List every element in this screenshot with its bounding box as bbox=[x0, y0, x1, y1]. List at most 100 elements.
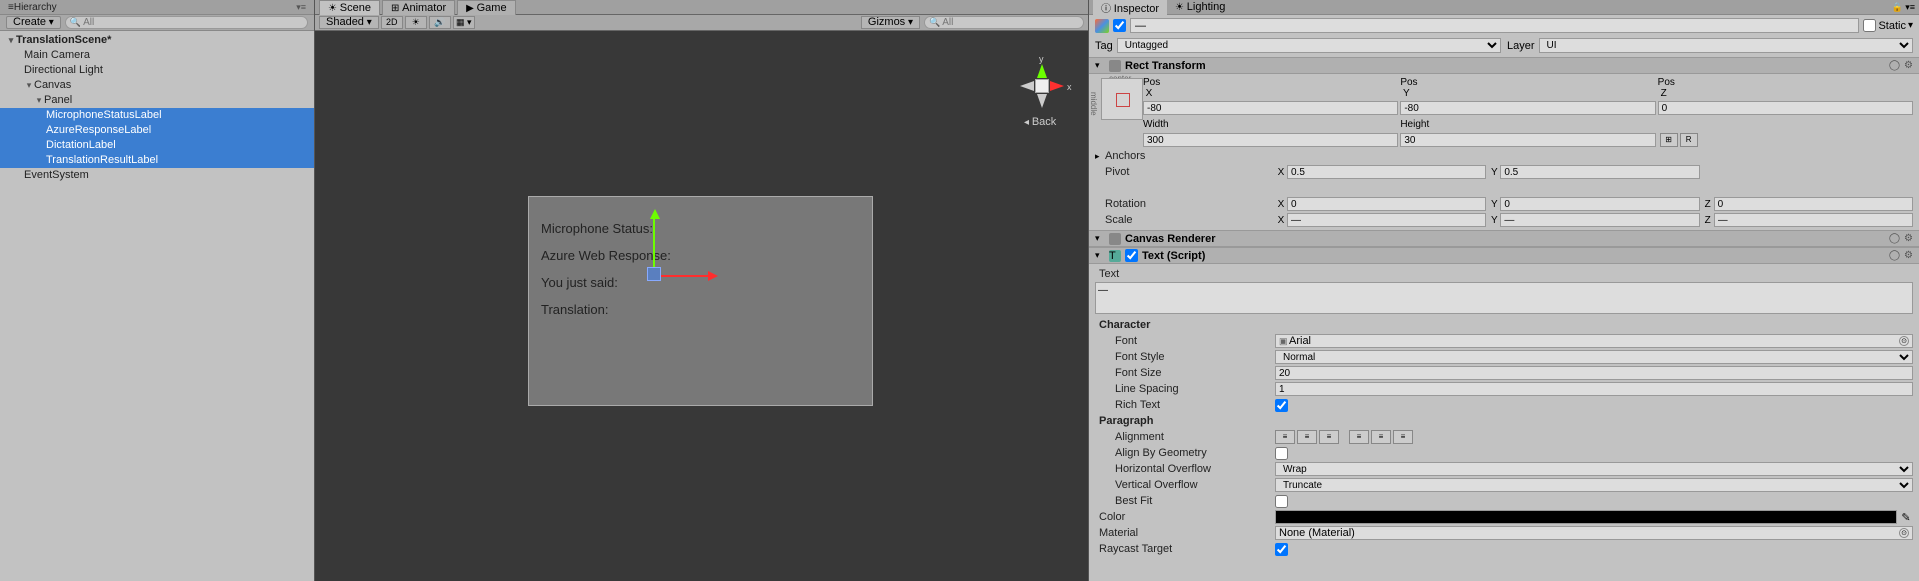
scale-x-input[interactable] bbox=[1287, 213, 1486, 227]
font-size-input[interactable] bbox=[1275, 366, 1913, 380]
create-dropdown[interactable]: Create ▾ bbox=[6, 16, 61, 29]
scale-z-input[interactable] bbox=[1714, 213, 1913, 227]
tag-label: Tag bbox=[1095, 40, 1113, 52]
center-tabs: ☀ Scene ⊞ Animator ▶ Game bbox=[315, 0, 1088, 15]
align-bottom-button[interactable]: ≡ bbox=[1393, 430, 1413, 444]
best-fit-checkbox[interactable] bbox=[1275, 495, 1288, 508]
hierarchy-toolbar: Create ▾ 🔍 bbox=[0, 15, 314, 31]
active-checkbox[interactable] bbox=[1113, 19, 1126, 32]
raw-edit-button[interactable]: R bbox=[1680, 133, 1698, 147]
panel-menu-icon[interactable]: ▾≡ bbox=[296, 2, 306, 13]
gear-icon[interactable]: ⚙ bbox=[1904, 250, 1913, 261]
pos-y-input[interactable] bbox=[1400, 101, 1655, 115]
tag-dropdown[interactable]: Untagged bbox=[1117, 38, 1501, 53]
color-field[interactable] bbox=[1275, 510, 1897, 524]
back-button[interactable]: ◂ Back bbox=[1024, 116, 1056, 128]
tab-game[interactable]: ▶ Game bbox=[457, 0, 515, 15]
tree-item[interactable]: Directional Light bbox=[0, 63, 314, 78]
font-field[interactable]: ▣Arial⊙ bbox=[1275, 334, 1913, 348]
pos-x-input[interactable] bbox=[1143, 101, 1398, 115]
inspector-tabs: ⓘ Inspector ☀ Lighting 🔒 ▾≡ bbox=[1089, 0, 1919, 15]
tree-item[interactable]: MicrophoneStatusLabel bbox=[0, 108, 314, 123]
gameobject-icon[interactable] bbox=[1095, 19, 1109, 33]
pivot-y-input[interactable] bbox=[1500, 165, 1699, 179]
rect-transform-icon bbox=[1109, 60, 1121, 72]
label-preview: Azure Web Response: bbox=[541, 248, 860, 263]
tree-item[interactable]: EventSystem bbox=[0, 168, 314, 183]
lock-icon[interactable]: 🔒 ▾≡ bbox=[1892, 2, 1915, 13]
help-icon[interactable]: ◯ bbox=[1889, 233, 1900, 244]
ui-panel-preview: Microphone Status: Azure Web Response: Y… bbox=[528, 196, 873, 406]
canvas-renderer-component: ▾ Canvas Renderer ◯ ⚙ bbox=[1089, 230, 1919, 247]
rot-y-input[interactable] bbox=[1500, 197, 1699, 211]
h-overflow-dropdown[interactable]: Wrap bbox=[1275, 462, 1913, 476]
tree-item[interactable]: Main Camera bbox=[0, 48, 314, 63]
scale-y-input[interactable] bbox=[1500, 213, 1699, 227]
search-icon: 🔍 bbox=[929, 17, 940, 28]
eyedropper-icon[interactable]: ✎ bbox=[1899, 511, 1913, 524]
component-enable-checkbox[interactable] bbox=[1125, 249, 1138, 262]
gizmos-dropdown[interactable]: Gizmos ▾ bbox=[861, 16, 920, 29]
shading-dropdown[interactable]: Shaded ▾ bbox=[319, 16, 379, 29]
height-input[interactable] bbox=[1400, 133, 1655, 147]
hierarchy-search[interactable]: 🔍 bbox=[65, 16, 308, 29]
font-style-dropdown[interactable]: Normal bbox=[1275, 350, 1913, 364]
blueprint-button[interactable]: ⊞ bbox=[1660, 133, 1678, 147]
align-left-button[interactable]: ≡ bbox=[1275, 430, 1295, 444]
tree-item[interactable]: TranslationResultLabel bbox=[0, 153, 314, 168]
component-header[interactable]: ▾ Canvas Renderer ◯ ⚙ bbox=[1089, 231, 1919, 247]
inspector-panel: ⓘ Inspector ☀ Lighting 🔒 ▾≡ Static ▾ Tag… bbox=[1088, 0, 1919, 581]
help-icon[interactable]: ◯ bbox=[1889, 60, 1900, 71]
layer-dropdown[interactable]: UI bbox=[1539, 38, 1913, 53]
rich-text-checkbox[interactable] bbox=[1275, 399, 1288, 412]
align-center-button[interactable]: ≡ bbox=[1297, 430, 1317, 444]
scene-search-input[interactable] bbox=[942, 17, 1079, 28]
tab-lighting[interactable]: ☀ Lighting bbox=[1167, 0, 1233, 14]
gear-icon[interactable]: ⚙ bbox=[1904, 233, 1913, 244]
fx-toggle[interactable]: ▦ ▾ bbox=[453, 16, 475, 29]
tab-animator[interactable]: ⊞ Animator bbox=[382, 0, 455, 15]
lighting-toggle[interactable]: ☀ bbox=[405, 16, 427, 29]
hierarchy-tab[interactable]: ≡ Hierarchy ▾≡ bbox=[0, 0, 314, 15]
tree-item[interactable]: ▾Panel bbox=[0, 93, 314, 108]
hierarchy-panel: ≡ Hierarchy ▾≡ Create ▾ 🔍 ▾TranslationSc… bbox=[0, 0, 315, 581]
help-icon[interactable]: ◯ bbox=[1889, 250, 1900, 261]
align-middle-button[interactable]: ≡ bbox=[1371, 430, 1391, 444]
pivot-x-input[interactable] bbox=[1287, 165, 1486, 179]
gameobject-header: Static ▾ bbox=[1089, 15, 1919, 36]
scene-root[interactable]: ▾TranslationScene* bbox=[0, 33, 314, 48]
align-geometry-checkbox[interactable] bbox=[1275, 447, 1288, 460]
pos-z-input[interactable] bbox=[1658, 101, 1913, 115]
hierarchy-tree: ▾TranslationScene* Main Camera Direction… bbox=[0, 31, 314, 185]
orientation-gizmo[interactable]: y x ◂ Back bbox=[1012, 56, 1072, 116]
search-icon: 🔍 bbox=[70, 17, 81, 28]
anchor-preset-button[interactable] bbox=[1101, 78, 1143, 120]
raycast-target-checkbox[interactable] bbox=[1275, 543, 1288, 556]
gameobject-name-input[interactable] bbox=[1130, 18, 1859, 33]
align-top-button[interactable]: ≡ bbox=[1349, 430, 1369, 444]
tab-scene[interactable]: ☀ Scene bbox=[319, 0, 380, 15]
tree-item[interactable]: DictationLabel bbox=[0, 138, 314, 153]
gear-icon[interactable]: ⚙ bbox=[1904, 60, 1913, 71]
anchors-foldout[interactable]: Anchors bbox=[1105, 150, 1285, 162]
tab-inspector[interactable]: ⓘ Inspector bbox=[1093, 0, 1167, 16]
width-input[interactable] bbox=[1143, 133, 1398, 147]
material-field[interactable]: None (Material)⊙ bbox=[1275, 526, 1913, 540]
2d-toggle[interactable]: 2D bbox=[381, 16, 403, 29]
align-right-button[interactable]: ≡ bbox=[1319, 430, 1339, 444]
line-spacing-input[interactable] bbox=[1275, 382, 1913, 396]
component-header[interactable]: ▾ Rect Transform ◯ ⚙ bbox=[1089, 58, 1919, 74]
audio-toggle[interactable]: 🔊 bbox=[429, 16, 451, 29]
static-checkbox[interactable] bbox=[1863, 19, 1876, 32]
scene-search[interactable]: 🔍 bbox=[924, 16, 1084, 29]
v-overflow-dropdown[interactable]: Truncate bbox=[1275, 478, 1913, 492]
hierarchy-search-input[interactable] bbox=[83, 17, 303, 28]
component-header[interactable]: ▾T Text (Script) ◯ ⚙ bbox=[1089, 248, 1919, 264]
tree-item[interactable]: AzureResponseLabel bbox=[0, 123, 314, 138]
rot-z-input[interactable] bbox=[1714, 197, 1913, 211]
rot-x-input[interactable] bbox=[1287, 197, 1486, 211]
viewport[interactable]: Microphone Status: Azure Web Response: Y… bbox=[315, 31, 1088, 581]
text-icon: T bbox=[1109, 250, 1121, 262]
tree-item[interactable]: ▾Canvas bbox=[0, 78, 314, 93]
text-textarea[interactable]: — bbox=[1095, 282, 1913, 314]
